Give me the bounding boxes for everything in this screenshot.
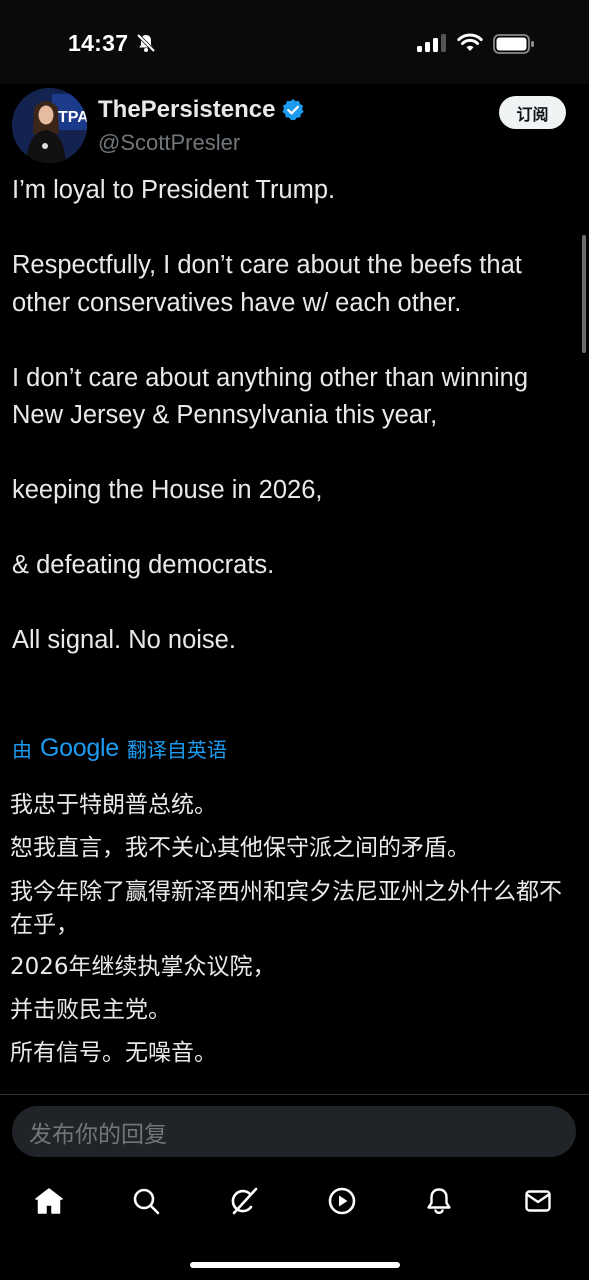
- tweet-paragraph: All signal. No noise.: [12, 626, 236, 654]
- avatar[interactable]: TPA: [12, 88, 87, 163]
- tweet-paragraph: Respectfully, I don’t care about the bee…: [12, 251, 522, 317]
- battery-icon: [493, 34, 534, 54]
- translation-line: 所有信号。无噪音。: [10, 1040, 217, 1066]
- reply-input[interactable]: 发布你的回复: [12, 1106, 576, 1157]
- video-icon: [328, 1187, 356, 1215]
- author-handle[interactable]: @ScottPresler: [98, 130, 240, 156]
- messages-icon: [525, 1190, 551, 1212]
- author-name-row[interactable]: ThePersistence: [98, 96, 305, 124]
- home-icon: [35, 1188, 63, 1214]
- tweet-paragraph: I don’t care about anything other than w…: [12, 363, 529, 430]
- translation-line: 2026年继续执掌众议院，: [10, 954, 276, 980]
- status-time: 14:37: [68, 30, 129, 56]
- translation-line: 恕我直言，我不关心其他保守派之间的矛盾。: [10, 835, 470, 861]
- translated-text: 我忠于特朗普总统。 恕我直言，我不关心其他保守派之间的矛盾。 我今年除了赢得新泽…: [10, 784, 580, 1075]
- notifications-icon: [427, 1188, 451, 1214]
- status-bar: 14:37: [0, 0, 589, 84]
- google-logo-text: Google: [40, 734, 119, 762]
- tweet-paragraph: keeping the House in 2026,: [12, 476, 323, 504]
- display-name[interactable]: ThePersistence: [98, 96, 275, 124]
- avatar-logo-text: TPA: [58, 109, 87, 126]
- translated-suffix: 翻译自英语: [126, 738, 227, 762]
- translation-line: 并击败民主党。: [10, 997, 171, 1023]
- nav-search[interactable]: [129, 1184, 163, 1218]
- nav-home[interactable]: [32, 1184, 66, 1218]
- tweet-text: I’m loyal to President Trump. Respectful…: [12, 172, 580, 660]
- translation-line: 我忠于特朗普总统。: [10, 792, 217, 818]
- nav-grok[interactable]: [227, 1184, 261, 1218]
- nav-messages[interactable]: [521, 1184, 555, 1218]
- nav-notifications[interactable]: [422, 1184, 456, 1218]
- tweet-paragraph: & defeating democrats.: [12, 551, 275, 579]
- nav-video[interactable]: [325, 1184, 359, 1218]
- search-icon: [133, 1188, 160, 1215]
- wifi-icon: [457, 33, 483, 51]
- cell-signal-icon: [417, 34, 446, 52]
- bell-muted-icon: [136, 33, 156, 53]
- scrollbar[interactable]: [582, 235, 586, 353]
- translation-line: 我今年除了赢得新泽西州和宾夕法尼亚州之外什么都不在乎，: [10, 879, 562, 938]
- subscribe-button[interactable]: 订阅: [499, 96, 566, 129]
- translated-by-link[interactable]: 由 Google 翻译自英语: [12, 734, 227, 763]
- avatar-image: TPA: [12, 88, 87, 163]
- home-indicator[interactable]: [190, 1262, 400, 1268]
- grok-icon: [231, 1187, 258, 1215]
- tweet-paragraph: I’m loyal to President Trump.: [12, 176, 336, 204]
- verified-badge-icon: [282, 99, 305, 121]
- translated-prefix: 由: [12, 738, 32, 762]
